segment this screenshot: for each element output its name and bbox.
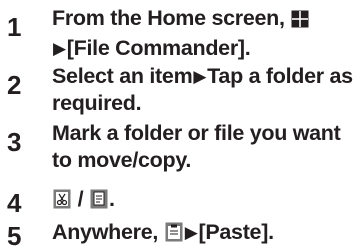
- step-text-segment: [File Commander].: [66, 36, 251, 60]
- step-text-segment: Anywhere,: [52, 220, 164, 244]
- paste-icon: [165, 222, 183, 249]
- apps-grid-icon: [291, 8, 309, 35]
- cut-icon: [53, 189, 71, 216]
- arrow-right-icon: ▶: [193, 67, 207, 86]
- step-text: Mark a folder or file you want to move/c…: [52, 120, 357, 174]
- step-text: Anywhere, ▶[Paste].: [52, 219, 357, 249]
- step-text-segment: Select an item: [52, 64, 193, 88]
- step-text-segment: From the Home screen,: [52, 6, 291, 30]
- step-number: 2: [7, 70, 22, 100]
- step-number: 3: [7, 127, 22, 157]
- step-text-segment: Mark a folder or file you want to move/c…: [52, 121, 341, 172]
- step-text-segment: /: [72, 187, 90, 211]
- step-number: 4: [7, 188, 22, 218]
- arrow-right-icon: ▶: [184, 223, 198, 242]
- arrow-right-icon: ▶: [53, 39, 66, 58]
- copy-icon: [90, 189, 108, 216]
- step-text-segment: [Paste].: [198, 220, 274, 244]
- step-number: 5: [7, 221, 22, 251]
- step-text-segment: .: [109, 187, 115, 211]
- step-text: / .: [52, 186, 357, 216]
- step-text: From the Home screen, ▶[File Commander].: [52, 5, 357, 62]
- instruction-steps: 1 From the Home screen, ▶[File Commander…: [0, 0, 361, 252]
- step-number: 1: [7, 12, 22, 42]
- step-text: Select an item▶Tap a folder as required.: [52, 63, 357, 117]
